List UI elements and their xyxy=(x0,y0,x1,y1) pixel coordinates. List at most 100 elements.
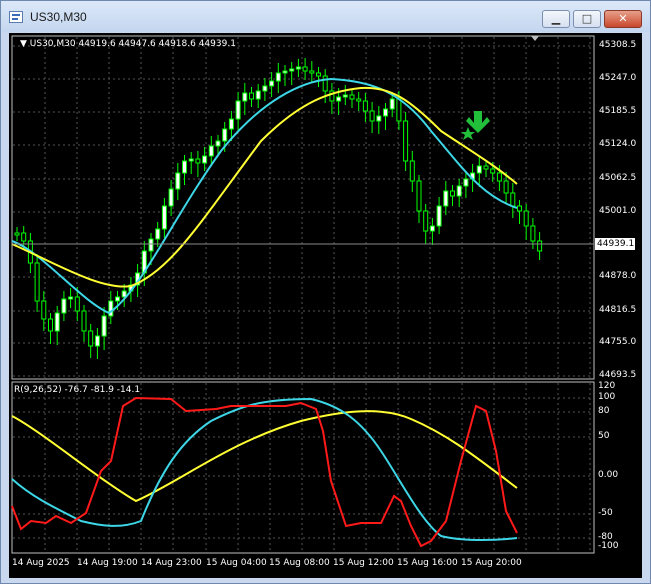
candle-body xyxy=(423,210,429,232)
indicator-axis-label: 120 xyxy=(598,381,616,391)
candle-body xyxy=(302,66,308,72)
candle-body xyxy=(249,92,254,100)
time-axis-label: 15 Aug 12:00 xyxy=(333,558,394,568)
candle-body xyxy=(68,296,74,300)
candle-body xyxy=(168,188,174,207)
candle-body xyxy=(208,145,214,157)
indicator-axis-label: -50 xyxy=(598,508,613,518)
candle-body xyxy=(336,96,342,102)
candle-body xyxy=(228,118,234,130)
candle-body xyxy=(61,298,67,314)
buy-signal-arrow-icon xyxy=(466,111,490,133)
candle-body xyxy=(362,100,368,112)
candle-body xyxy=(490,168,496,174)
candle-body xyxy=(269,80,275,87)
candle-body xyxy=(450,190,455,197)
candle-body xyxy=(389,98,395,110)
candle-body xyxy=(503,180,509,194)
candle-body xyxy=(537,240,543,252)
price-axis-label: 44816.5 xyxy=(599,305,637,315)
time-axis-label: 15 Aug 16:00 xyxy=(397,558,458,568)
candle-body xyxy=(530,225,536,242)
candle-body xyxy=(81,310,87,332)
candle-body xyxy=(322,75,328,92)
candle-body xyxy=(463,178,469,187)
candle-body xyxy=(376,115,382,122)
price-axis-label: 45247.0 xyxy=(599,73,637,83)
candle-body xyxy=(429,225,435,232)
candle-body xyxy=(242,92,248,102)
candle-body xyxy=(456,185,462,197)
candle-body xyxy=(88,330,94,347)
candle-body xyxy=(14,232,20,236)
indicator-axis-label: -100 xyxy=(598,541,619,551)
chart-shift-marker-icon[interactable] xyxy=(531,36,539,41)
current-price-label: 44939.1 xyxy=(595,238,635,250)
candle-body xyxy=(342,94,348,98)
indicator-slow-line xyxy=(11,410,518,503)
candle-body xyxy=(309,70,315,74)
candle-body xyxy=(436,205,442,227)
candle-body xyxy=(396,98,402,122)
indicator-axis-label: 0.00 xyxy=(598,470,619,480)
indicator-fast-line xyxy=(11,397,518,542)
candle-body xyxy=(517,205,522,212)
time-axis-label: 15 Aug 08:00 xyxy=(269,558,330,568)
candle-body xyxy=(409,160,415,182)
candle-body xyxy=(295,66,301,70)
candle-body xyxy=(54,312,60,332)
time-axis-label: 14 Aug 23:00 xyxy=(141,558,202,568)
price-axis-label: 44878.0 xyxy=(599,271,637,281)
candle-body xyxy=(74,296,80,312)
candle-body xyxy=(496,172,502,182)
candle-body xyxy=(349,94,355,100)
time-axis-label: 14 Aug 19:00 xyxy=(77,558,138,568)
candle-body xyxy=(383,108,388,117)
candle-body xyxy=(215,140,221,147)
candle-body xyxy=(48,318,53,332)
price-axis-label: 44693.5 xyxy=(599,370,637,380)
main-panel-border xyxy=(11,35,595,380)
candle-body xyxy=(235,100,241,120)
star-icon xyxy=(461,127,475,140)
candle-body xyxy=(155,228,161,240)
candle-body xyxy=(182,160,187,174)
candle-body xyxy=(289,68,295,72)
candle-body xyxy=(101,315,107,337)
candle-body xyxy=(476,165,482,174)
candle-body xyxy=(222,128,228,142)
candle-body xyxy=(416,180,422,212)
candlesticks xyxy=(14,58,543,359)
candle-body xyxy=(262,85,268,92)
candle-body xyxy=(115,296,120,302)
indicator-info: R(9,26,52) -76.7 -81.9 -14.1 xyxy=(14,385,141,395)
candle-body xyxy=(255,90,261,100)
candle-body xyxy=(275,72,281,82)
candle-body xyxy=(356,98,362,102)
price-axis-label: 45001.0 xyxy=(599,206,637,216)
time-axis-label: 14 Aug 2025 xyxy=(12,558,70,568)
chart-svg xyxy=(11,35,595,554)
candle-body xyxy=(148,238,154,252)
indicator-axis-label: 50 xyxy=(598,431,610,441)
time-axis-label: 15 Aug 20:00 xyxy=(461,558,522,568)
candle-body xyxy=(202,155,208,164)
price-axis-label: 45185.5 xyxy=(599,106,637,116)
candle-body xyxy=(523,210,529,227)
candle-body xyxy=(34,262,40,302)
candle-body xyxy=(282,70,288,74)
candle-body xyxy=(41,300,47,320)
indicator-axis-label: 80 xyxy=(598,406,610,416)
candle-body xyxy=(21,232,27,242)
price-axis-label: 45308.5 xyxy=(599,40,637,50)
price-axis-label: 44755.0 xyxy=(599,337,637,347)
price-axis-label: 45062.5 xyxy=(599,173,637,183)
candle-body xyxy=(510,192,516,207)
candle-body xyxy=(161,205,167,230)
price-axis-label: 45124.0 xyxy=(599,139,637,149)
candle-body xyxy=(443,190,449,207)
indicator-axis-label: 100 xyxy=(598,392,616,402)
time-axis-label: 15 Aug 04:00 xyxy=(206,558,267,568)
main-chart-info: ▼ US30,M30 44919.6 44947.6 44918.6 44939… xyxy=(20,39,236,49)
ma-slow-line xyxy=(11,86,518,288)
